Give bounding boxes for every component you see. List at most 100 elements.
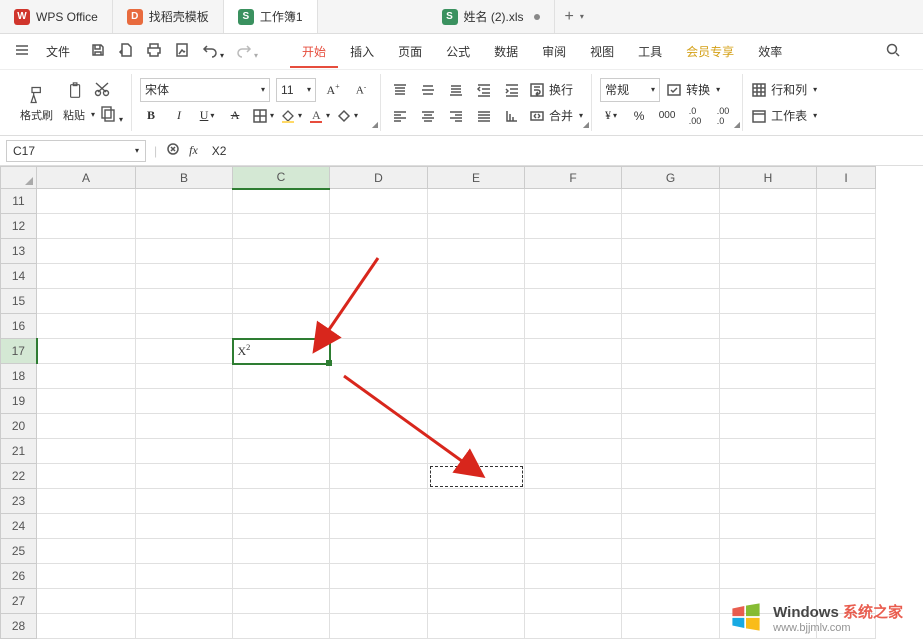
format-brush-button[interactable]: 格式刷 <box>16 83 57 125</box>
row-header-24[interactable]: 24 <box>1 514 37 539</box>
bold-button[interactable]: B <box>140 105 162 127</box>
row-header-14[interactable]: 14 <box>1 264 37 289</box>
cell-F22[interactable] <box>525 464 622 489</box>
cell-A18[interactable] <box>37 364 136 389</box>
cell-I14[interactable] <box>817 264 876 289</box>
cell-G16[interactable] <box>622 314 720 339</box>
cell-F27[interactable] <box>525 589 622 614</box>
cell-H24[interactable] <box>720 514 817 539</box>
highlight-button[interactable]: ▾ <box>336 105 358 127</box>
cell-G28[interactable] <box>622 614 720 639</box>
cell-B21[interactable] <box>136 439 233 464</box>
col-header-G[interactable]: G <box>622 167 720 189</box>
cell-F12[interactable] <box>525 214 622 239</box>
row-header-20[interactable]: 20 <box>1 414 37 439</box>
cell-C26[interactable] <box>233 564 330 589</box>
cell-E24[interactable] <box>428 514 525 539</box>
cell-I16[interactable] <box>817 314 876 339</box>
undo-button[interactable]: ▾ <box>202 42 224 61</box>
cell-H12[interactable] <box>720 214 817 239</box>
cell-H15[interactable] <box>720 289 817 314</box>
cell-G26[interactable] <box>622 564 720 589</box>
cell-C24[interactable] <box>233 514 330 539</box>
save-icon[interactable] <box>90 42 106 61</box>
cell-H26[interactable] <box>720 564 817 589</box>
cell-C11[interactable] <box>233 189 330 214</box>
cell-D28[interactable] <box>330 614 428 639</box>
cell-A27[interactable] <box>37 589 136 614</box>
cell-B17[interactable] <box>136 339 233 364</box>
align-middle-button[interactable] <box>417 79 439 101</box>
app-tab-template[interactable]: D 找稻壳模板 <box>113 0 224 33</box>
cell-H23[interactable] <box>720 489 817 514</box>
cell-B20[interactable] <box>136 414 233 439</box>
cell-E15[interactable] <box>428 289 525 314</box>
row-header-22[interactable]: 22 <box>1 464 37 489</box>
cell-G25[interactable] <box>622 539 720 564</box>
cell-I19[interactable] <box>817 389 876 414</box>
cell-A19[interactable] <box>37 389 136 414</box>
cell-E13[interactable] <box>428 239 525 264</box>
cell-A25[interactable] <box>37 539 136 564</box>
cell-A22[interactable] <box>37 464 136 489</box>
hamburger-menu[interactable] <box>10 38 34 65</box>
decrease-font-button[interactable]: A- <box>350 79 372 101</box>
redo-button[interactable]: ▾ <box>236 42 258 61</box>
font-size-select[interactable]: 11▾ <box>276 78 316 102</box>
row-header-13[interactable]: 13 <box>1 239 37 264</box>
cell-B26[interactable] <box>136 564 233 589</box>
cell-F19[interactable] <box>525 389 622 414</box>
cell-F18[interactable] <box>525 364 622 389</box>
align-top-button[interactable] <box>389 79 411 101</box>
cell-B18[interactable] <box>136 364 233 389</box>
select-all-corner[interactable] <box>1 167 37 189</box>
align-center-button[interactable] <box>417 105 439 127</box>
cell-C25[interactable] <box>233 539 330 564</box>
cell-H14[interactable] <box>720 264 817 289</box>
cell-F17[interactable] <box>525 339 622 364</box>
cell-I15[interactable] <box>817 289 876 314</box>
cell-B24[interactable] <box>136 514 233 539</box>
cell-G12[interactable] <box>622 214 720 239</box>
cell-D12[interactable] <box>330 214 428 239</box>
cell-G22[interactable] <box>622 464 720 489</box>
orientation-button[interactable] <box>501 105 523 127</box>
cell-C13[interactable] <box>233 239 330 264</box>
cell-E20[interactable] <box>428 414 525 439</box>
cell-B14[interactable] <box>136 264 233 289</box>
cell-C23[interactable] <box>233 489 330 514</box>
font-name-select[interactable]: 宋体▾ <box>140 78 270 102</box>
cell-G27[interactable] <box>622 589 720 614</box>
cell-F16[interactable] <box>525 314 622 339</box>
cell-A28[interactable] <box>37 614 136 639</box>
cell-B13[interactable] <box>136 239 233 264</box>
print-icon[interactable] <box>146 42 162 61</box>
cell-B15[interactable] <box>136 289 233 314</box>
col-header-F[interactable]: F <box>525 167 622 189</box>
cell-H17[interactable] <box>720 339 817 364</box>
cell-A24[interactable] <box>37 514 136 539</box>
cell-D14[interactable] <box>330 264 428 289</box>
align-bottom-button[interactable] <box>445 79 467 101</box>
cell-G21[interactable] <box>622 439 720 464</box>
cell-D26[interactable] <box>330 564 428 589</box>
row-header-17[interactable]: 17 <box>1 339 37 364</box>
row-header-25[interactable]: 25 <box>1 539 37 564</box>
col-header-E[interactable]: E <box>428 167 525 189</box>
cell-A26[interactable] <box>37 564 136 589</box>
cell-C20[interactable] <box>233 414 330 439</box>
cell-I22[interactable] <box>817 464 876 489</box>
underline-button[interactable]: U▾ <box>196 105 218 127</box>
cell-E27[interactable] <box>428 589 525 614</box>
cell-I18[interactable] <box>817 364 876 389</box>
cell-D16[interactable] <box>330 314 428 339</box>
cell-E19[interactable] <box>428 389 525 414</box>
cell-H13[interactable] <box>720 239 817 264</box>
cell-I23[interactable] <box>817 489 876 514</box>
print-preview-icon[interactable] <box>174 42 190 61</box>
app-tab-file-xls[interactable]: S 姓名 (2).xls <box>428 0 555 33</box>
cell-D25[interactable] <box>330 539 428 564</box>
cell-C17[interactable]: X2 <box>233 339 330 364</box>
cell-B11[interactable] <box>136 189 233 214</box>
cell-I25[interactable] <box>817 539 876 564</box>
